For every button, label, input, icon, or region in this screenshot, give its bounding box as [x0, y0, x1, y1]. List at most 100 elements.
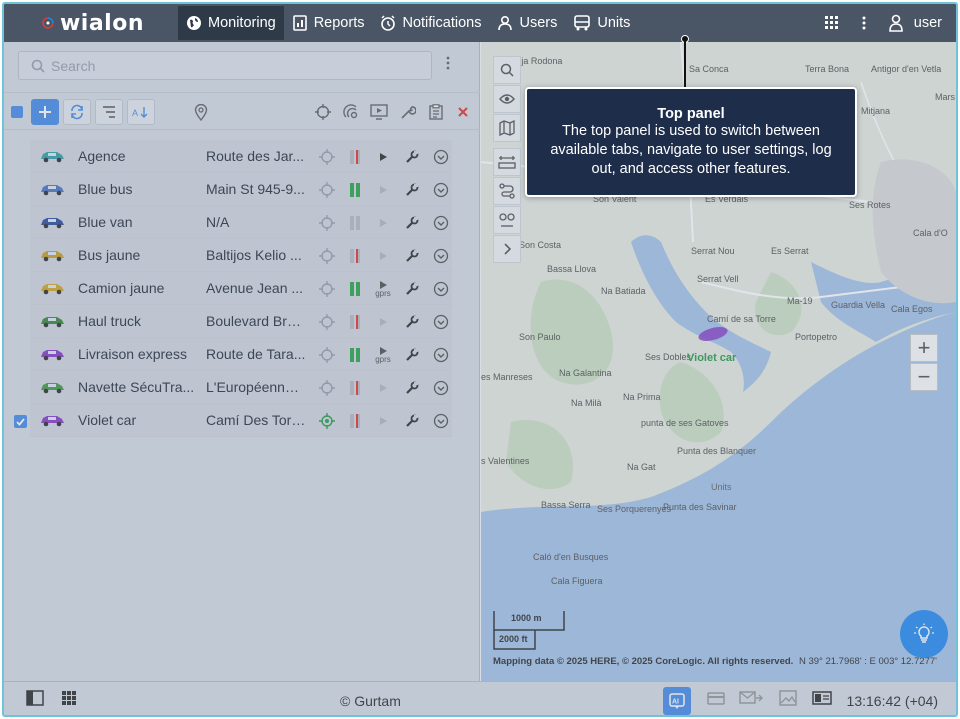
send-command-icon[interactable]: [374, 247, 392, 265]
locate-unit-icon[interactable]: [318, 247, 336, 265]
expand-tools-icon[interactable]: [493, 235, 521, 263]
wrench-icon[interactable]: [403, 412, 421, 430]
unit-checkbox[interactable]: [14, 316, 27, 329]
logo[interactable]: wialon: [4, 4, 144, 42]
card-view-icon[interactable]: [812, 690, 832, 709]
commands-column-icon[interactable]: [369, 99, 389, 125]
group-tree-button[interactable]: [95, 99, 123, 125]
locate-unit-icon[interactable]: [318, 412, 336, 430]
unit-menu-chevron-icon[interactable]: [432, 379, 450, 397]
unit-row[interactable]: Navette SécuTra... L'Européenne, ...: [30, 371, 452, 404]
tab-units[interactable]: Units: [565, 6, 638, 40]
wrench-icon[interactable]: [403, 280, 421, 298]
locate-unit-icon[interactable]: [318, 379, 336, 397]
unit-row[interactable]: Agence Route des Jar...: [30, 140, 452, 173]
unit-menu-chevron-icon[interactable]: [432, 313, 450, 331]
select-all-checkbox[interactable]: [11, 99, 23, 125]
onboarding-tooltip[interactable]: Top panel The top panel is used to switc…: [525, 87, 857, 197]
ai-assistant-button[interactable]: AI: [663, 687, 691, 715]
route-icon[interactable]: [493, 177, 521, 205]
wrench-column-icon[interactable]: [399, 99, 417, 125]
connection-column-icon[interactable]: [342, 99, 360, 125]
send-command-icon[interactable]: [374, 181, 392, 199]
panel-menu-icon[interactable]: [446, 56, 450, 73]
send-command-icon[interactable]: [374, 313, 392, 331]
tab-users[interactable]: Users: [489, 6, 565, 40]
apps-grid-icon[interactable]: [824, 15, 840, 31]
tab-notifications[interactable]: Notifications: [372, 6, 489, 40]
locate-unit-icon[interactable]: [318, 214, 336, 232]
connection-status-icon: [346, 412, 364, 430]
unit-checkbox[interactable]: [14, 217, 27, 230]
delete-column-icon[interactable]: [455, 99, 471, 125]
unit-row[interactable]: Bus jaune Baltijos Kelio ...: [30, 239, 452, 272]
send-command-icon[interactable]: gprs: [374, 280, 392, 298]
wrench-icon[interactable]: [403, 313, 421, 331]
zoom-out-button[interactable]: −: [910, 363, 938, 391]
unit-name: Agence: [78, 148, 126, 164]
zoom-in-button[interactable]: +: [910, 334, 938, 362]
unit-menu-chevron-icon[interactable]: [432, 412, 450, 430]
wrench-icon[interactable]: [403, 247, 421, 265]
unit-row[interactable]: Blue van N/A: [30, 206, 452, 239]
tab-monitoring[interactable]: Monitoring: [178, 6, 284, 40]
more-vertical-icon[interactable]: [862, 16, 866, 30]
send-command-icon[interactable]: [374, 412, 392, 430]
unit-checkbox[interactable]: [14, 250, 27, 263]
unit-menu-chevron-icon[interactable]: [432, 214, 450, 232]
unit-checkbox[interactable]: [14, 349, 27, 362]
wrench-icon[interactable]: [403, 346, 421, 364]
wrench-icon[interactable]: [403, 181, 421, 199]
unit-checkbox[interactable]: [14, 415, 27, 428]
locate-unit-icon[interactable]: [318, 280, 336, 298]
sort-button[interactable]: A: [127, 99, 155, 125]
panel-toggle-icon[interactable]: [26, 690, 44, 709]
zoom-controls: + −: [910, 334, 938, 392]
wrench-icon[interactable]: [403, 214, 421, 232]
search-input[interactable]: Search: [18, 51, 432, 80]
send-command-icon[interactable]: [374, 379, 392, 397]
send-command-icon[interactable]: [374, 214, 392, 232]
ruler-icon[interactable]: [493, 148, 521, 176]
wrench-icon[interactable]: [403, 148, 421, 166]
unit-checkbox[interactable]: [14, 283, 27, 296]
unit-row[interactable]: Blue bus Main St 945-9...: [30, 173, 452, 206]
unit-checkbox[interactable]: [14, 382, 27, 395]
unit-row[interactable]: Haul truck Boulevard Bra...: [30, 305, 452, 338]
location-pin-icon[interactable]: [192, 99, 210, 125]
locate-unit-icon[interactable]: [318, 313, 336, 331]
map-search-icon[interactable]: [493, 56, 521, 84]
unit-menu-chevron-icon[interactable]: [432, 346, 450, 364]
unit-row[interactable]: Camion jaune Avenue Jean ... gprs: [30, 272, 452, 305]
user-menu[interactable]: user: [888, 14, 942, 32]
unit-menu-chevron-icon[interactable]: [432, 280, 450, 298]
send-command-icon[interactable]: gprs: [374, 346, 392, 364]
locate-unit-icon[interactable]: [318, 346, 336, 364]
unit-checkbox[interactable]: [14, 151, 27, 164]
unit-checkbox[interactable]: [14, 184, 27, 197]
tab-reports[interactable]: Reports: [284, 6, 373, 40]
crosshair-column-icon[interactable]: [314, 99, 332, 125]
grid-view-icon[interactable]: [61, 690, 77, 709]
wallet-icon[interactable]: [707, 690, 725, 709]
map-place-label: Cala Figuera: [551, 576, 603, 586]
unit-menu-chevron-icon[interactable]: [432, 148, 450, 166]
image-icon[interactable]: [779, 690, 797, 709]
refresh-button[interactable]: [63, 99, 91, 125]
add-unit-button[interactable]: [31, 99, 59, 125]
unit-menu-chevron-icon[interactable]: [432, 181, 450, 199]
mail-forward-icon[interactable]: [739, 690, 763, 709]
geofence-icon[interactable]: [493, 206, 521, 234]
unit-row[interactable]: Violet car Camí Des Torr...: [14, 404, 452, 437]
map-layers-icon[interactable]: [493, 114, 521, 142]
unit-row[interactable]: Livraison express Route de Tara... gprs: [30, 338, 452, 371]
locate-unit-icon[interactable]: [318, 148, 336, 166]
clipboard-column-icon[interactable]: [427, 99, 445, 125]
map-eye-icon[interactable]: [493, 85, 521, 113]
unit-menu-chevron-icon[interactable]: [432, 247, 450, 265]
wrench-icon[interactable]: [403, 379, 421, 397]
tips-button[interactable]: [900, 610, 948, 658]
send-command-icon[interactable]: [374, 148, 392, 166]
locate-unit-icon[interactable]: [318, 181, 336, 199]
tab-units-label: Units: [597, 15, 631, 31]
